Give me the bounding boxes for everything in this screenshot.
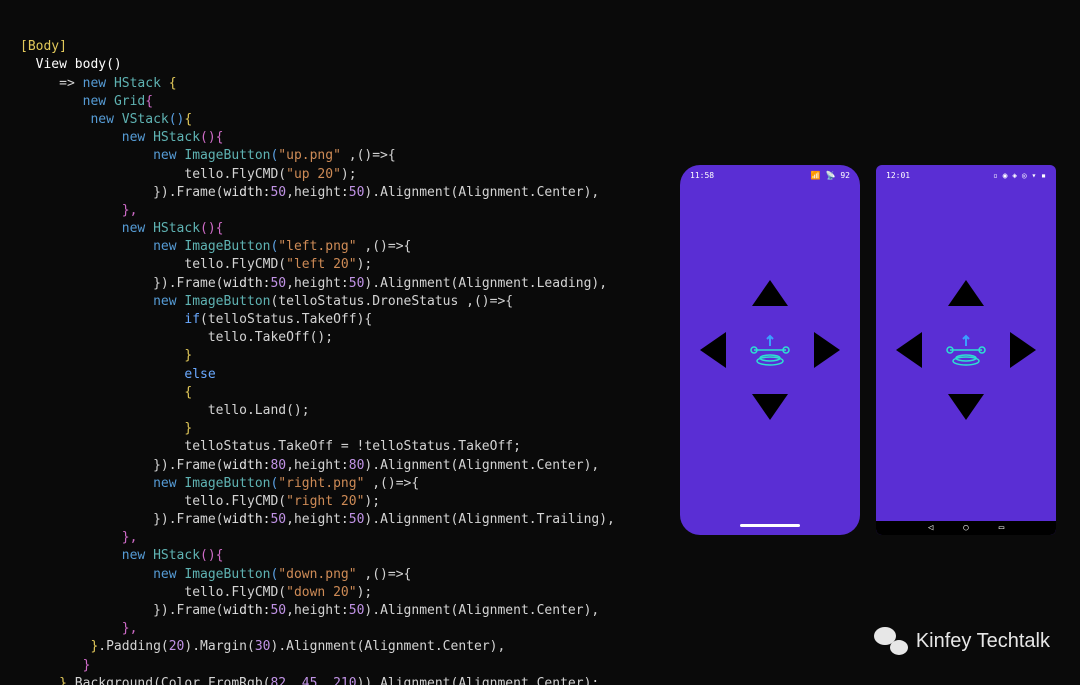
android-back-icon[interactable]: ◁ <box>928 523 933 533</box>
ios-home-indicator <box>740 524 800 527</box>
drone-takeoff-button[interactable] <box>748 328 792 372</box>
dpad-control <box>896 280 1036 420</box>
drone-takeoff-button[interactable] <box>944 328 988 372</box>
arrow-left-icon[interactable] <box>896 332 922 368</box>
android-status-bar: 12:01 ▫ ◉ ◈ ◎ ▾ ▪ <box>886 171 1046 180</box>
phone-preview-ios: 11:58 📶 📡 92 <box>680 165 860 535</box>
arrow-left-icon[interactable] <box>700 332 726 368</box>
phone-preview-android: 12:01 ▫ ◉ ◈ ◎ ▾ ▪ <box>876 165 1056 535</box>
arrow-right-icon[interactable] <box>1010 332 1036 368</box>
android-indicators: ▫ ◉ ◈ ◎ ▾ ▪ <box>993 171 1046 180</box>
arrow-right-icon[interactable] <box>814 332 840 368</box>
phone-previews: 11:58 📶 📡 92 <box>680 0 1080 685</box>
android-time: 12:01 <box>886 171 910 180</box>
watermark-text: Kinfey Techtalk <box>916 630 1050 653</box>
arrow-up-icon[interactable] <box>948 280 984 306</box>
ios-indicators: 📶 📡 92 <box>811 171 850 180</box>
watermark: Kinfey Techtalk <box>874 627 1050 655</box>
arrow-down-icon[interactable] <box>948 394 984 420</box>
ios-time: 11:58 <box>690 171 714 180</box>
android-nav-bar: ◁ ○ ▭ <box>876 521 1056 535</box>
wechat-icon <box>874 627 908 655</box>
dpad-control <box>700 280 840 420</box>
attribute-body: [Body] <box>20 39 67 54</box>
ios-status-bar: 11:58 📶 📡 92 <box>690 171 850 180</box>
code-editor: [Body] View body() => new HStack { new G… <box>0 0 680 685</box>
arrow-down-icon[interactable] <box>752 394 788 420</box>
android-home-icon[interactable]: ○ <box>963 523 968 533</box>
arrow-up-icon[interactable] <box>752 280 788 306</box>
android-recent-icon[interactable]: ▭ <box>999 523 1004 533</box>
